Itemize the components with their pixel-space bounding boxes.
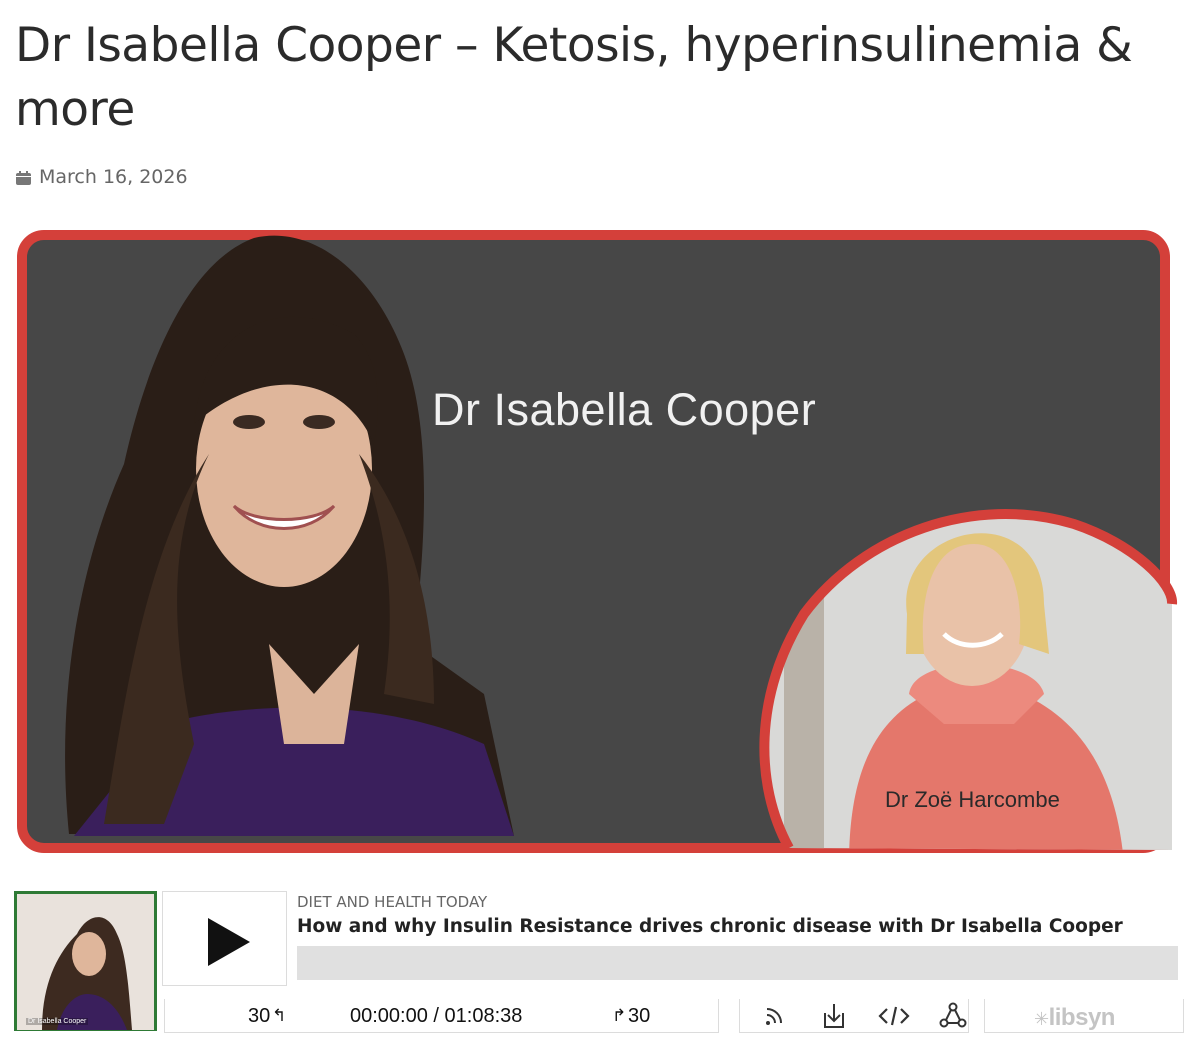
rewind-label: 30 xyxy=(248,1005,271,1027)
rss-icon[interactable] xyxy=(759,1001,789,1031)
rewind-button[interactable]: 30 ↰ xyxy=(246,999,296,1033)
share-icon[interactable] xyxy=(938,1001,968,1031)
host-name-text: Dr Zoë Harcombe xyxy=(885,787,1060,812)
time-display: 00:00:00 / 01:08:38 xyxy=(350,1005,523,1027)
libsyn-logo[interactable]: ✳libsyn xyxy=(1034,1004,1115,1032)
play-icon xyxy=(208,918,250,966)
calendar-icon xyxy=(16,170,31,185)
forward-label: 30 xyxy=(628,1005,651,1027)
download-icon[interactable] xyxy=(819,1001,849,1031)
episode-thumbnail: Dr Isabella Cooper xyxy=(14,891,157,1031)
forward-button[interactable]: ↱ 30 xyxy=(612,999,662,1033)
show-name: DIET AND HEALTH TODAY xyxy=(297,893,488,911)
episode-title: How and why Insulin Resistance drives ch… xyxy=(297,916,1123,937)
podcast-player: Dr Isabella Cooper DIET AND HEALTH TODAY… xyxy=(14,888,1186,1038)
post-meta: March 16, 2026 xyxy=(16,166,188,188)
thumbnail-caption: Dr Isabella Cooper xyxy=(26,1018,89,1025)
player-controls: 30 ↰ 00:00:00 / 01:08:38 ↱ 30 ✳libsyn xyxy=(164,999,1184,1033)
post-title: Dr Isabella Cooper – Ketosis, hyperinsul… xyxy=(15,18,1133,137)
progress-bar[interactable] xyxy=(297,946,1178,980)
rewind-icon: ↰ xyxy=(272,1006,287,1025)
embed-icon[interactable] xyxy=(877,1001,910,1031)
forward-icon: ↱ xyxy=(612,1006,627,1025)
guest-name-text: Dr Isabella Cooper xyxy=(432,384,817,435)
play-button[interactable] xyxy=(162,891,287,986)
episode-banner-image xyxy=(14,224,1186,870)
post-date: March 16, 2026 xyxy=(39,166,188,188)
